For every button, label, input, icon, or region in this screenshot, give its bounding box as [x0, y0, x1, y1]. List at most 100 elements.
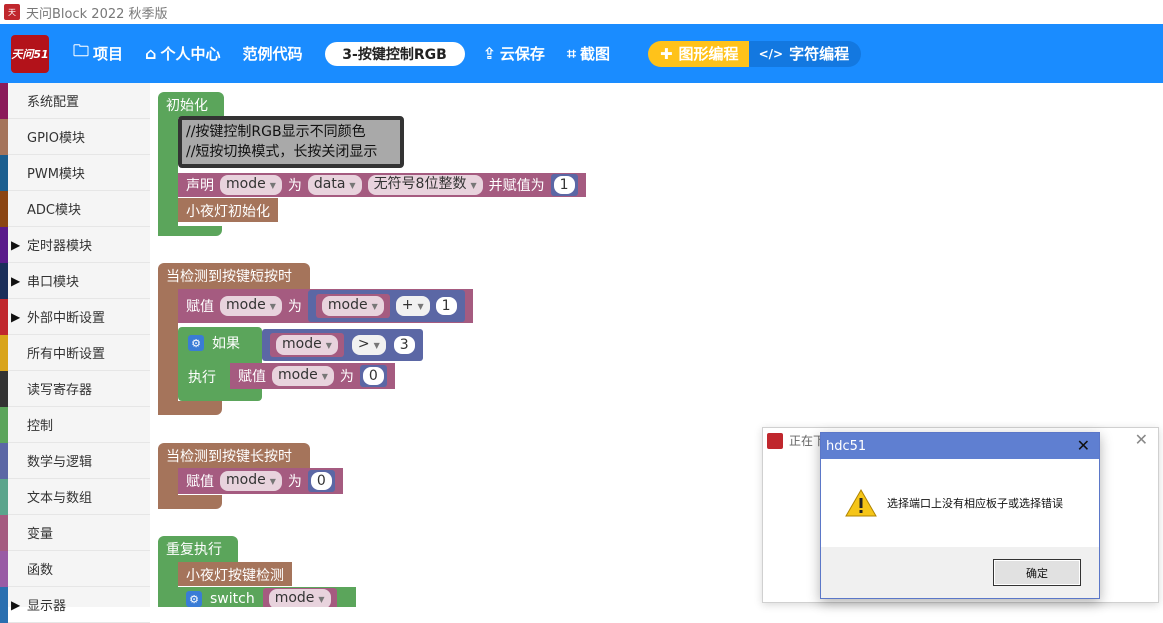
- sidebar-category-label: PWM模块: [27, 167, 85, 182]
- sidebar-category-label: 定时器模块: [27, 239, 93, 254]
- category-color-swatch: [0, 406, 8, 443]
- code-comment[interactable]: //按键控制RGB显示不同颜色 //短按切换模式，长按关闭显示: [178, 116, 404, 168]
- error-dialog: hdc51 ✕ 选择端口上没有相应板子或选择错误 确定: [820, 432, 1100, 599]
- share-icon: ⇪: [482, 44, 496, 63]
- ok-button[interactable]: 确定: [993, 559, 1081, 586]
- sidebar-category-label: GPIO模块: [27, 131, 85, 146]
- app-icon: [767, 432, 783, 449]
- sidebar-category[interactable]: 读写寄存器: [0, 370, 150, 407]
- compare-block[interactable]: mode ▼ > ▼ 3: [262, 329, 423, 361]
- type-uint8-dropdown[interactable]: 无符号8位整数 ▼: [367, 175, 483, 195]
- sidebar-category[interactable]: 函数: [0, 550, 150, 587]
- category-color-swatch: [0, 550, 8, 587]
- code-icon: </>: [758, 46, 784, 61]
- warning-icon: [845, 489, 877, 517]
- sidebar-category-label: 控制: [27, 419, 54, 434]
- sidebar-category-label: 外部中断设置: [27, 311, 106, 326]
- category-color-swatch: [0, 262, 8, 299]
- sidebar-category[interactable]: ▶ 显示器: [0, 586, 150, 623]
- graphic-mode-tab[interactable]: ✚ 图形编程: [647, 40, 749, 67]
- long-press-hat-block[interactable]: 当检测到按键长按时: [158, 443, 310, 469]
- block-category-sidebar: 系统配置 GPIO模块 PWM模块 ADC模块 ▶ 定时器模块 ▶ 串口模块 ▶ 外部中断设置 所有…: [0, 82, 150, 623]
- expand-arrow-icon[interactable]: ▶: [11, 238, 20, 252]
- app-logo: 天问51: [11, 34, 49, 73]
- sidebar-category-label: 读写寄存器: [27, 383, 93, 398]
- sidebar-category-label: ADC模块: [27, 203, 81, 218]
- category-color-swatch: [0, 370, 8, 407]
- long-press-footer: [158, 495, 222, 509]
- dialog-title: hdc51: [826, 438, 867, 454]
- cloud-save-button[interactable]: ⇪ 云保存: [483, 43, 545, 64]
- sidebar-category[interactable]: 系统配置: [0, 82, 150, 119]
- dialog-message: 选择端口上没有相应板子或选择错误: [887, 497, 1063, 510]
- long-assign-block[interactable]: 赋值 mode ▼ 为 0: [178, 468, 343, 494]
- close-icon[interactable]: ✕: [1077, 436, 1090, 455]
- op-dropdown[interactable]: + ▼: [395, 296, 430, 316]
- sidebar-category-label: 文本与数组: [27, 491, 93, 506]
- then-assign-block[interactable]: 赋值 mode ▼ 为 0: [230, 363, 395, 389]
- sidebar-category[interactable]: 文本与数组: [0, 478, 150, 515]
- init-value-input[interactable]: 1: [553, 176, 575, 194]
- init-block-footer: [158, 226, 222, 236]
- gear-icon[interactable]: ⚙: [188, 335, 204, 351]
- crop-icon: ⌗: [566, 43, 576, 63]
- main-toolbar: 天问51 🗀 项目 ⌂ 个人中心 范例代码 3-按键控制RGB ⇪ 云保存 ⌗ …: [0, 24, 1163, 83]
- expand-arrow-icon[interactable]: ▶: [11, 598, 20, 612]
- text-mode-tab[interactable]: </> 字符编程: [748, 40, 862, 67]
- project-name-field[interactable]: 3-按键控制RGB: [324, 41, 465, 66]
- puzzle-icon: ✚: [659, 44, 673, 63]
- project-menu-button[interactable]: 🗀 项目: [73, 40, 123, 67]
- compare-value-input[interactable]: 3: [393, 336, 415, 354]
- short-press-body: [158, 285, 178, 415]
- category-color-swatch: [0, 478, 8, 515]
- category-color-swatch: [0, 118, 8, 155]
- sidebar-category[interactable]: ▶ 外部中断设置: [0, 298, 150, 335]
- sidebar-category-label: 显示器: [27, 599, 67, 614]
- sidebar-category[interactable]: 变量: [0, 514, 150, 551]
- sidebar-category[interactable]: ADC模块: [0, 190, 150, 227]
- sidebar-category[interactable]: 数学与逻辑: [0, 442, 150, 479]
- sidebar-category[interactable]: GPIO模块: [0, 118, 150, 155]
- mode-switch: ✚ 图形编程 </> 字符编程: [647, 40, 862, 67]
- declare-block[interactable]: 声明 mode ▼ 为 data ▼ 无符号8位整数 ▼ 并赋值为 1: [178, 173, 586, 197]
- night-light-detect-block[interactable]: 小夜灯按键检测: [178, 562, 292, 586]
- gear-icon[interactable]: ⚙: [186, 591, 202, 607]
- sidebar-category[interactable]: 所有中断设置: [0, 334, 150, 371]
- operand-value-input[interactable]: 1: [435, 297, 457, 315]
- personal-center-button[interactable]: ⌂ 个人中心: [145, 43, 220, 64]
- compare-op-dropdown[interactable]: > ▼: [351, 335, 386, 355]
- close-icon[interactable]: ✕: [1135, 430, 1148, 449]
- type-data-dropdown[interactable]: data ▼: [307, 175, 362, 195]
- window-titlebar: 天 天问Block 2022 秋季版: [0, 0, 1163, 24]
- sidebar-category-label: 所有中断设置: [27, 347, 106, 362]
- sidebar-category-label: 数学与逻辑: [27, 455, 93, 470]
- sidebar-category-label: 变量: [27, 527, 54, 542]
- examples-button[interactable]: 范例代码: [243, 43, 303, 64]
- category-color-swatch: [0, 298, 8, 335]
- app-icon: 天: [4, 4, 20, 20]
- category-color-swatch: [0, 334, 8, 371]
- category-color-swatch: [0, 154, 8, 191]
- sidebar-category[interactable]: 控制: [0, 406, 150, 443]
- folder-icon: 🗀: [73, 41, 90, 60]
- assign-mode-block[interactable]: 赋值 mode ▼ 为 mode ▼ + ▼ 1: [178, 289, 473, 323]
- expand-arrow-icon[interactable]: ▶: [11, 310, 20, 324]
- category-color-swatch: [0, 190, 8, 227]
- sidebar-category-label: 函数: [27, 563, 54, 578]
- var-mode-dropdown[interactable]: mode ▼: [220, 175, 282, 195]
- window-title: 天问Block 2022 秋季版: [26, 6, 168, 22]
- sidebar-category[interactable]: ▶ 串口模块: [0, 262, 150, 299]
- category-color-swatch: [0, 514, 8, 551]
- sidebar-category[interactable]: ▶ 定时器模块: [0, 226, 150, 263]
- sidebar-category[interactable]: PWM模块: [0, 154, 150, 191]
- switch-block[interactable]: ⚙ switch mode ▼: [178, 587, 356, 607]
- short-press-hat-block[interactable]: 当检测到按键短按时: [158, 263, 310, 289]
- expand-arrow-icon[interactable]: ▶: [11, 274, 20, 288]
- home-icon: ⌂: [145, 44, 157, 63]
- sidebar-category-label: 系统配置: [27, 95, 80, 110]
- sidebar-category-label: 串口模块: [27, 275, 80, 290]
- arith-block[interactable]: mode ▼ + ▼ 1: [307, 290, 465, 322]
- night-light-init-block[interactable]: 小夜灯初始化: [178, 198, 278, 222]
- loop-body: [158, 558, 178, 607]
- screenshot-button[interactable]: ⌗ 截图: [567, 43, 610, 64]
